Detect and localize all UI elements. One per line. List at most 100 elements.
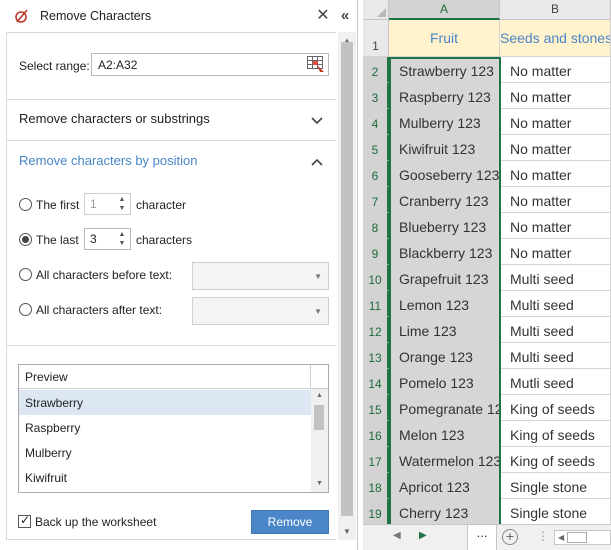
cell-seeds[interactable]: Single stone xyxy=(500,473,611,499)
double-chevron-left-icon[interactable]: « xyxy=(337,7,353,25)
scroll-left-arrow-icon[interactable]: ◀ xyxy=(558,533,564,542)
tab-split-handle-icon[interactable]: ⋮ xyxy=(537,529,549,543)
row-header[interactable]: 11 xyxy=(363,291,389,317)
column-header-a[interactable]: A xyxy=(389,0,500,20)
row-header[interactable]: 5 xyxy=(363,135,389,161)
cell-fruit[interactable]: Cherry 123 xyxy=(389,499,500,525)
row-header[interactable]: 4 xyxy=(363,109,389,135)
cell-b1[interactable]: Seeds and stones xyxy=(500,20,611,57)
row-header[interactable]: 2 xyxy=(363,57,389,83)
after-text-combo[interactable]: ▼ xyxy=(192,297,329,325)
stepper-arrows-icon[interactable]: ▲ ▼ xyxy=(116,230,128,248)
cell-seeds[interactable]: No matter xyxy=(500,239,611,265)
row-header[interactable]: 10 xyxy=(363,265,389,291)
preview-scrollbar[interactable]: ▲ ▼ xyxy=(311,389,328,492)
radio-after-text[interactable] xyxy=(19,303,32,316)
cell-fruit[interactable]: Kiwifruit 123 xyxy=(389,135,500,161)
cell-seeds[interactable]: King of seeds xyxy=(500,421,611,447)
select-all-corner[interactable] xyxy=(363,0,389,20)
preview-item[interactable]: Strawberry xyxy=(19,390,311,415)
preview-scrollbar-thumb[interactable] xyxy=(314,405,324,430)
cell-seeds[interactable]: Multi seed xyxy=(500,291,611,317)
add-sheet-icon[interactable]: + xyxy=(502,529,518,545)
row-header[interactable]: 19 xyxy=(363,499,389,525)
preview-item[interactable]: Mulberry xyxy=(19,440,311,465)
preview-item[interactable]: Raspberry xyxy=(19,415,311,440)
range-picker-icon[interactable] xyxy=(307,56,325,73)
row-header[interactable]: 9 xyxy=(363,239,389,265)
cell-fruit[interactable]: Strawberry 123 xyxy=(389,57,500,83)
chevron-up-icon[interactable] xyxy=(310,155,324,169)
cell-fruit[interactable]: Cranberry 123 xyxy=(389,187,500,213)
cell-seeds[interactable]: No matter xyxy=(500,57,611,83)
first-count-stepper[interactable]: 1 ▲ ▼ xyxy=(84,193,131,215)
cell-seeds[interactable]: No matter xyxy=(500,109,611,135)
row-header[interactable]: 8 xyxy=(363,213,389,239)
row-header[interactable]: 18 xyxy=(363,473,389,499)
cell-fruit[interactable]: Orange 123 xyxy=(389,343,500,369)
cell-fruit[interactable]: Lemon 123 xyxy=(389,291,500,317)
pane-scrollbar-thumb[interactable] xyxy=(341,42,353,516)
section-remove-by-position-header[interactable]: Remove characters by position xyxy=(19,153,197,168)
cell-fruit[interactable]: Mulberry 123 xyxy=(389,109,500,135)
tab-next-icon[interactable]: ▶ xyxy=(419,530,427,541)
cell-fruit[interactable]: Grapefruit 123 xyxy=(389,265,500,291)
cell-fruit[interactable]: Blueberry 123 xyxy=(389,213,500,239)
row-header[interactable]: 15 xyxy=(363,395,389,421)
remove-button[interactable]: Remove xyxy=(251,510,329,534)
row-header[interactable]: 1 xyxy=(363,20,389,57)
row-header[interactable]: 16 xyxy=(363,421,389,447)
cell-a1[interactable]: Fruit xyxy=(389,20,500,57)
cell-seeds[interactable]: No matter xyxy=(500,135,611,161)
select-range-input[interactable]: A2:A32 xyxy=(91,53,329,76)
scroll-down-arrow-icon[interactable]: ▼ xyxy=(316,480,323,487)
cell-seeds[interactable]: King of seeds xyxy=(500,395,611,421)
cell-seeds[interactable]: Mutli seed xyxy=(500,369,611,395)
cell-fruit[interactable]: Blackberry 123 xyxy=(389,239,500,265)
cell-seeds[interactable]: Single stone xyxy=(500,499,611,525)
dropdown-arrow-icon[interactable]: ▼ xyxy=(314,307,322,316)
row-header[interactable]: 13 xyxy=(363,343,389,369)
row-header[interactable]: 12 xyxy=(363,317,389,343)
cell-fruit[interactable]: Melon 123 xyxy=(389,421,500,447)
row-header[interactable]: 14 xyxy=(363,369,389,395)
before-text-combo[interactable]: ▼ xyxy=(192,262,329,290)
last-count-stepper[interactable]: 3 ▲ ▼ xyxy=(84,228,131,250)
cell-fruit[interactable]: Watermelon 123 xyxy=(389,447,500,473)
cell-fruit[interactable]: Raspberry 123 xyxy=(389,83,500,109)
chevron-down-icon[interactable] xyxy=(310,114,324,128)
horizontal-scrollbar[interactable]: ◀ xyxy=(554,530,611,545)
cell-seeds[interactable]: Multi seed xyxy=(500,343,611,369)
scroll-up-arrow-icon[interactable]: ▲ xyxy=(316,392,323,399)
stepper-arrows-icon[interactable]: ▲ ▼ xyxy=(116,195,128,213)
cell-fruit[interactable]: Pomelo 123 xyxy=(389,369,500,395)
sheet-tab[interactable]: ... xyxy=(467,525,497,550)
cell-seeds[interactable]: No matter xyxy=(500,187,611,213)
cell-seeds[interactable]: King of seeds xyxy=(500,447,611,473)
cell-seeds[interactable]: No matter xyxy=(500,83,611,109)
radio-before-text[interactable] xyxy=(19,268,32,281)
row-header[interactable]: 7 xyxy=(363,187,389,213)
section-remove-substrings-header[interactable]: Remove characters or substrings xyxy=(19,111,210,126)
backup-checkbox[interactable]: ✓ xyxy=(18,513,31,528)
radio-the-last[interactable] xyxy=(19,233,32,246)
row-header[interactable]: 3 xyxy=(363,83,389,109)
cell-fruit[interactable]: Lime 123 xyxy=(389,317,500,343)
cell-seeds[interactable]: Multi seed xyxy=(500,265,611,291)
column-header-b[interactable]: B xyxy=(500,0,611,20)
close-icon[interactable]: ✕ xyxy=(314,7,332,25)
radio-the-first[interactable] xyxy=(19,198,32,211)
row-header[interactable]: 6 xyxy=(363,161,389,187)
cell-fruit[interactable]: Pomegranate 123 xyxy=(389,395,500,421)
cell-seeds[interactable]: Multi seed xyxy=(500,317,611,343)
cell-seeds[interactable]: No matter xyxy=(500,213,611,239)
preview-item[interactable]: Kiwifruit xyxy=(19,465,311,490)
scroll-down-arrow-icon[interactable]: ▼ xyxy=(343,527,351,536)
row-header[interactable]: 17 xyxy=(363,447,389,473)
tab-prev-icon[interactable]: ◀ xyxy=(393,530,401,541)
cell-fruit[interactable]: Gooseberry 123 xyxy=(389,161,500,187)
dropdown-arrow-icon[interactable]: ▼ xyxy=(314,272,322,281)
horizontal-scrollbar-thumb[interactable] xyxy=(567,532,587,543)
cell-fruit[interactable]: Apricot 123 xyxy=(389,473,500,499)
pane-scrollbar[interactable]: ▲ ▼ xyxy=(338,32,356,540)
